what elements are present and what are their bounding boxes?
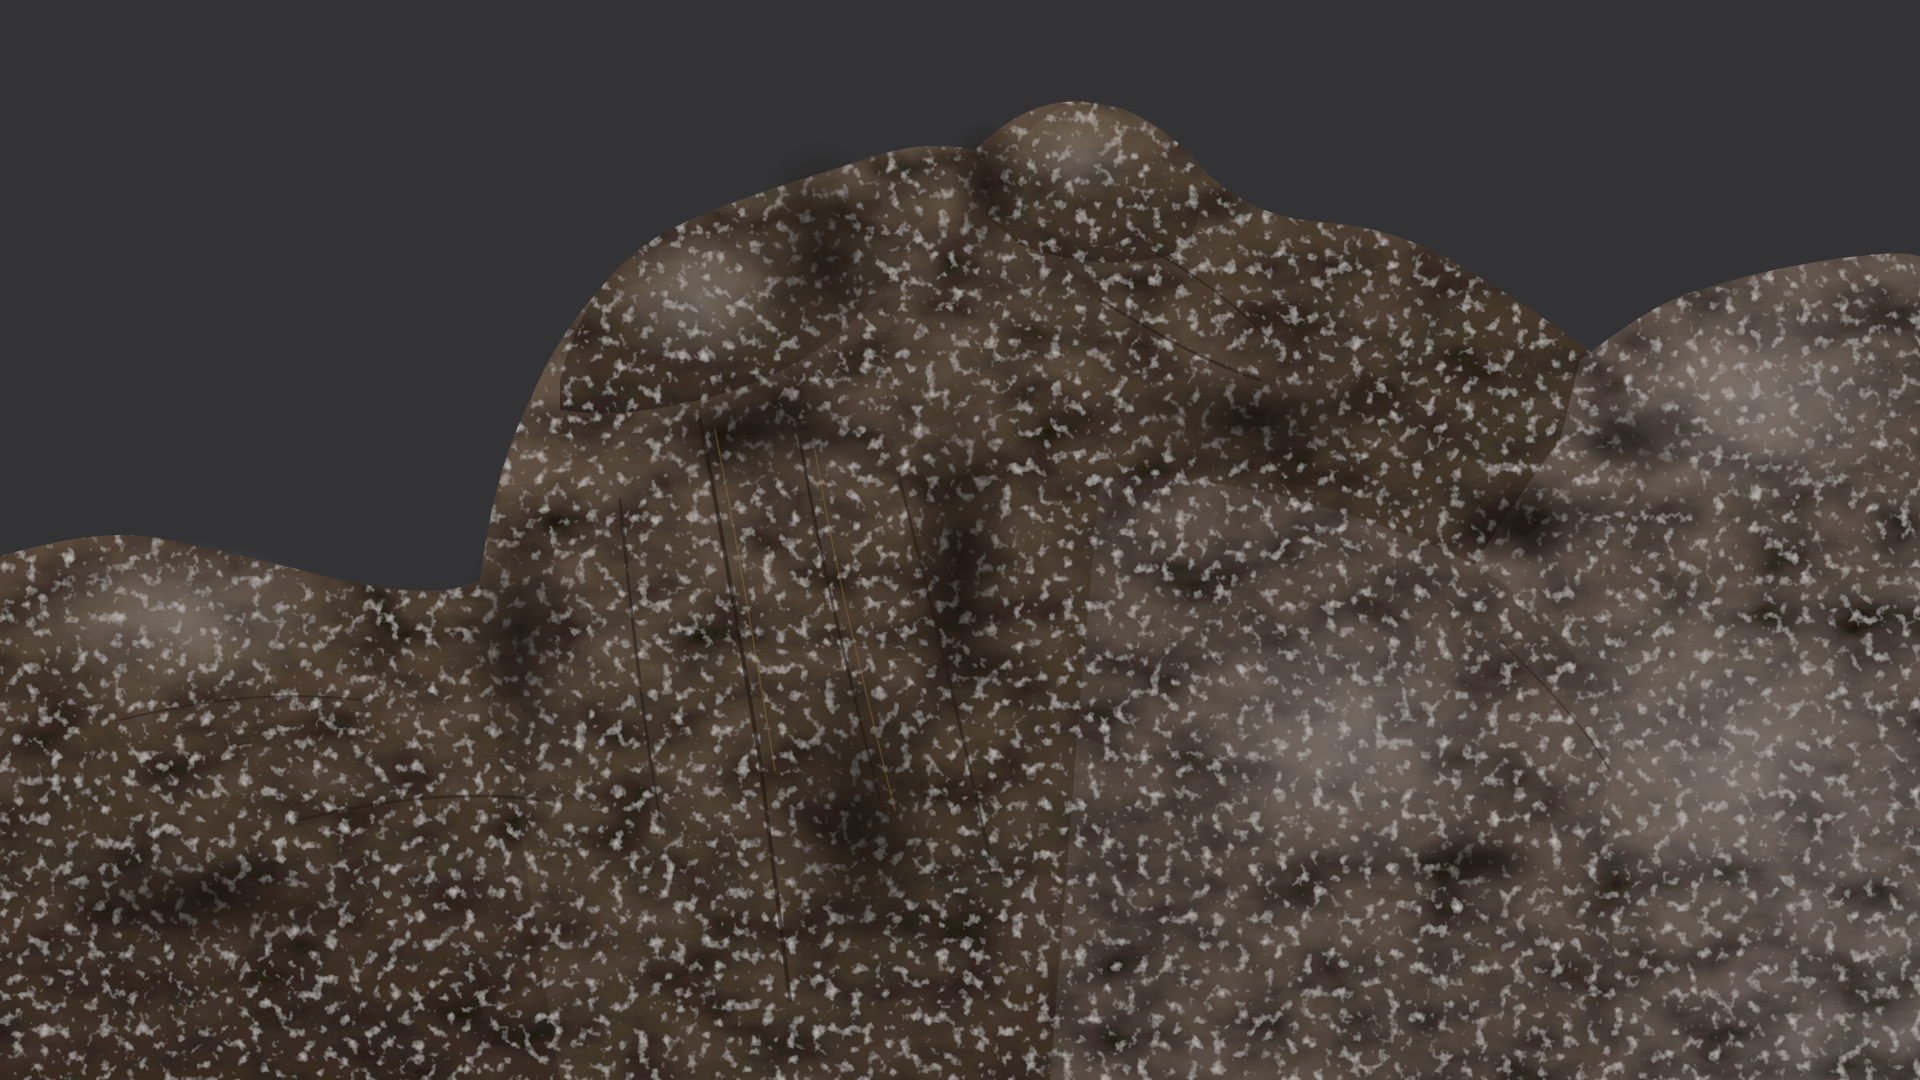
render-viewport <box>0 0 1920 1080</box>
rock-render-canvas <box>0 0 1920 1080</box>
